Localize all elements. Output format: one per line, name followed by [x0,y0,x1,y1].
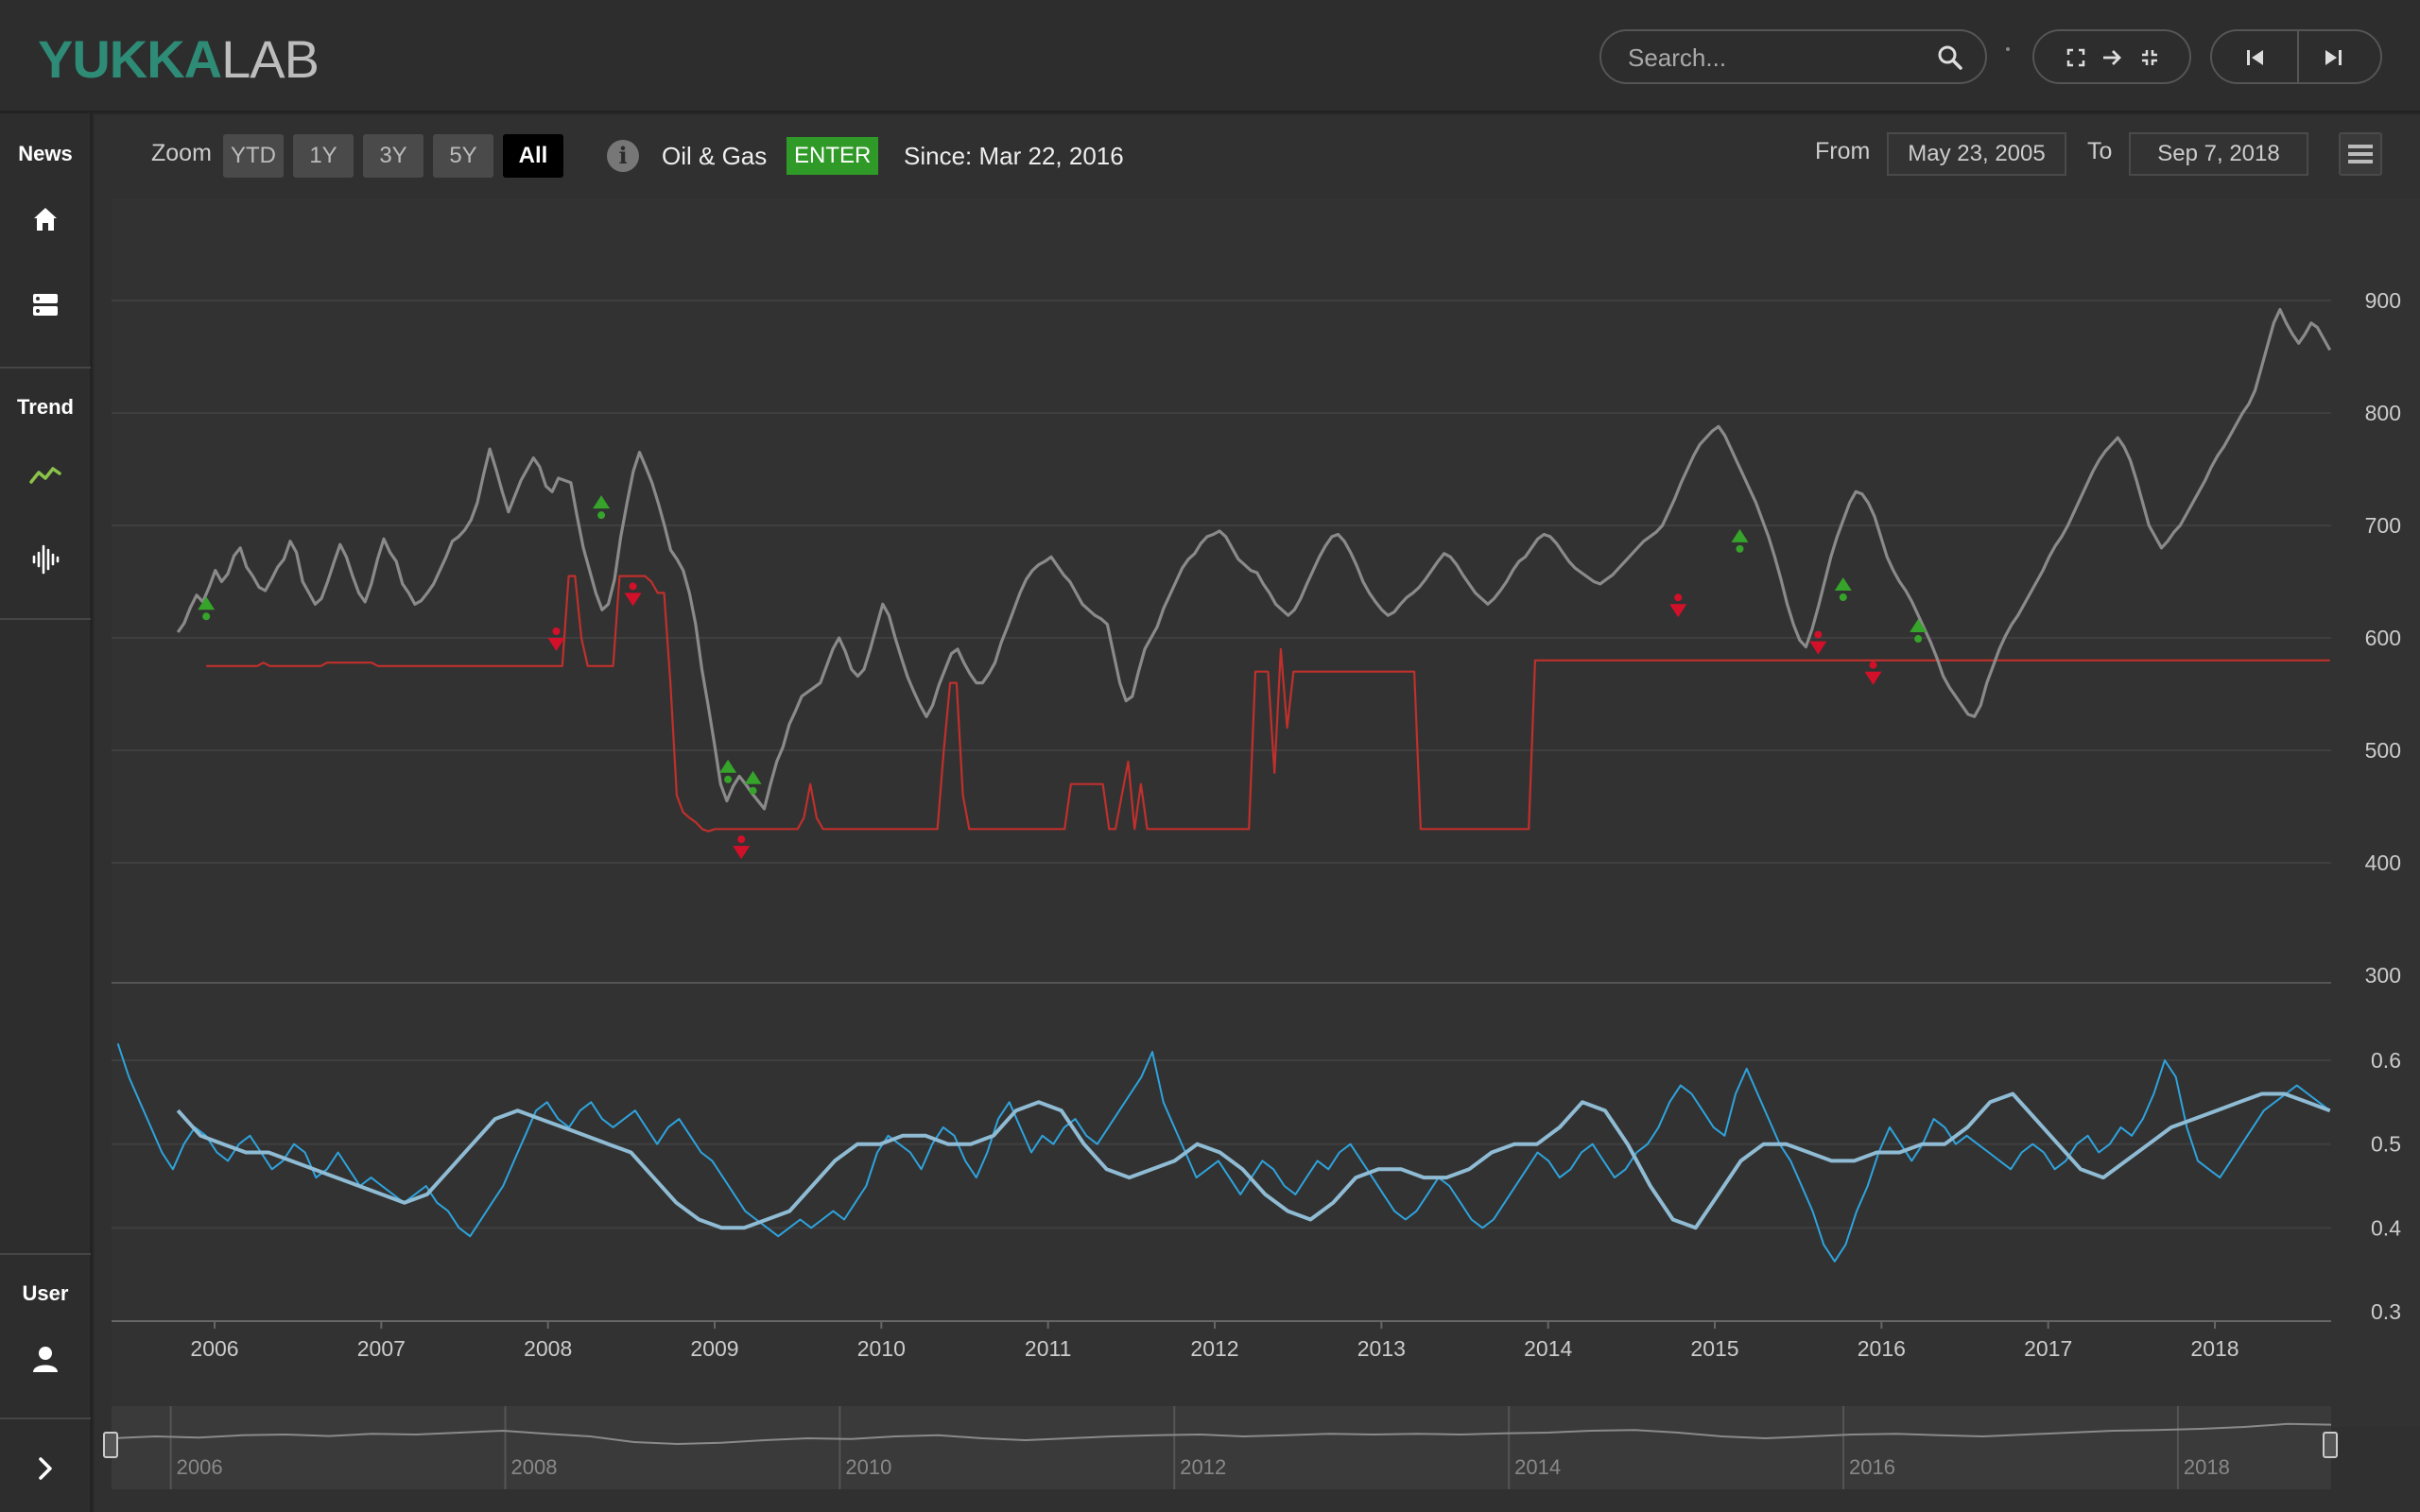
sidebar-section-user: User [22,1281,69,1305]
x-tick-label: 2018 [2190,1336,2238,1361]
y-tick-label: 500 [2365,738,2401,763]
navigator-year-label: 2014 [1514,1455,1561,1479]
navigator-year-label: 2016 [1849,1455,1895,1479]
separator-dot [2006,47,2010,51]
buy-marker-dot [1839,593,1847,602]
navigator-year-label: 2008 [511,1455,558,1479]
y-tick-label: 600 [2365,626,2401,650]
trend-line-icon[interactable] [26,455,64,493]
y-tick-label: 0.5 [2371,1132,2401,1157]
x-tick-label: 2011 [1025,1336,1071,1361]
y-tick-label: 900 [2365,288,2401,313]
navigator-year-label: 2018 [2184,1455,2230,1479]
x-tick-label: 2013 [1357,1336,1406,1361]
navigator-left-handle[interactable] [103,1432,118,1458]
sell-marker-dot [737,835,746,844]
fullscreen-icon[interactable] [2066,48,2085,67]
y-tick-label: 800 [2365,401,2401,425]
plot-background [112,198,2420,1427]
sidebar-divider [0,1418,91,1419]
x-tick-label: 2015 [1690,1336,1738,1361]
x-tick-label: 2009 [690,1336,738,1361]
buy-marker-dot [202,612,211,621]
navigator-right-handle[interactable] [2323,1432,2338,1458]
x-tick-label: 2017 [2024,1336,2072,1361]
x-tick-label: 2006 [190,1336,238,1361]
divider [2297,31,2299,82]
y-tick-label: 0.4 [2371,1215,2401,1240]
buy-marker-dot [597,511,606,520]
server-icon[interactable] [26,285,64,323]
chart-area[interactable]: 900 800 700 600 500 400 300 0.6 0.5 0.4 0.3 2006 2… [95,115,2420,1512]
y-tick-label: 400 [2365,850,2401,875]
sidebar-section-news: News [18,142,73,165]
x-tick-label: 2016 [1858,1336,1906,1361]
buy-marker-dot [724,775,733,783]
x-tick-label: 2007 [357,1336,406,1361]
sidebar: News Trend User [0,113,93,1512]
sell-marker-dot [629,582,637,591]
view-controls [2032,29,2191,84]
search-input[interactable] [1628,41,1930,75]
sell-marker-dot [1869,661,1877,669]
navigator-year-label: 2006 [177,1455,223,1479]
logo-part-2: LAB [221,29,320,89]
chevron-right-icon[interactable] [26,1450,64,1487]
sell-marker-dot [1674,593,1683,602]
collapse-icon[interactable] [2140,48,2159,67]
buy-marker-dot [749,786,757,795]
y-tick-label: 0.3 [2371,1299,2401,1324]
y-tick-label: 700 [2365,513,2401,538]
sidebar-divider [0,1253,91,1255]
x-tick-label: 2012 [1190,1336,1238,1361]
sidebar-divider [0,367,91,369]
sidebar-divider [0,618,91,620]
logo[interactable]: YUKKALAB [38,28,320,90]
x-tick-label: 2014 [1524,1336,1572,1361]
sell-marker-dot [552,627,561,635]
buy-marker-dot [1914,635,1923,644]
navigator-year-label: 2012 [1180,1455,1226,1479]
x-tick-label: 2008 [524,1336,572,1361]
skip-back-icon[interactable] [2244,46,2267,69]
logo-part-1: YUKKA [38,29,222,89]
navigator-year-label: 2010 [845,1455,891,1479]
main-panel: Zoom YTD 1Y 3Y 5Y All i Oil & Gas ENTER … [95,115,2420,1512]
waveform-icon[interactable] [26,541,64,578]
y-tick-label: 0.6 [2371,1048,2401,1073]
top-header: YUKKALAB [0,0,2420,113]
home-icon[interactable] [26,200,64,238]
skip-forward-icon[interactable] [2322,46,2344,69]
buy-marker-dot [1736,544,1744,553]
search-box [1599,29,1987,84]
user-icon[interactable] [26,1340,64,1378]
y-tick-label: 300 [2365,963,2401,988]
navigation-controls [2210,29,2382,84]
x-tick-label: 2010 [857,1336,906,1361]
arrow-right-icon[interactable] [2100,46,2123,69]
search-icon[interactable] [1936,43,1964,72]
sell-marker-dot [1814,630,1823,639]
sidebar-section-trend: Trend [17,395,74,419]
